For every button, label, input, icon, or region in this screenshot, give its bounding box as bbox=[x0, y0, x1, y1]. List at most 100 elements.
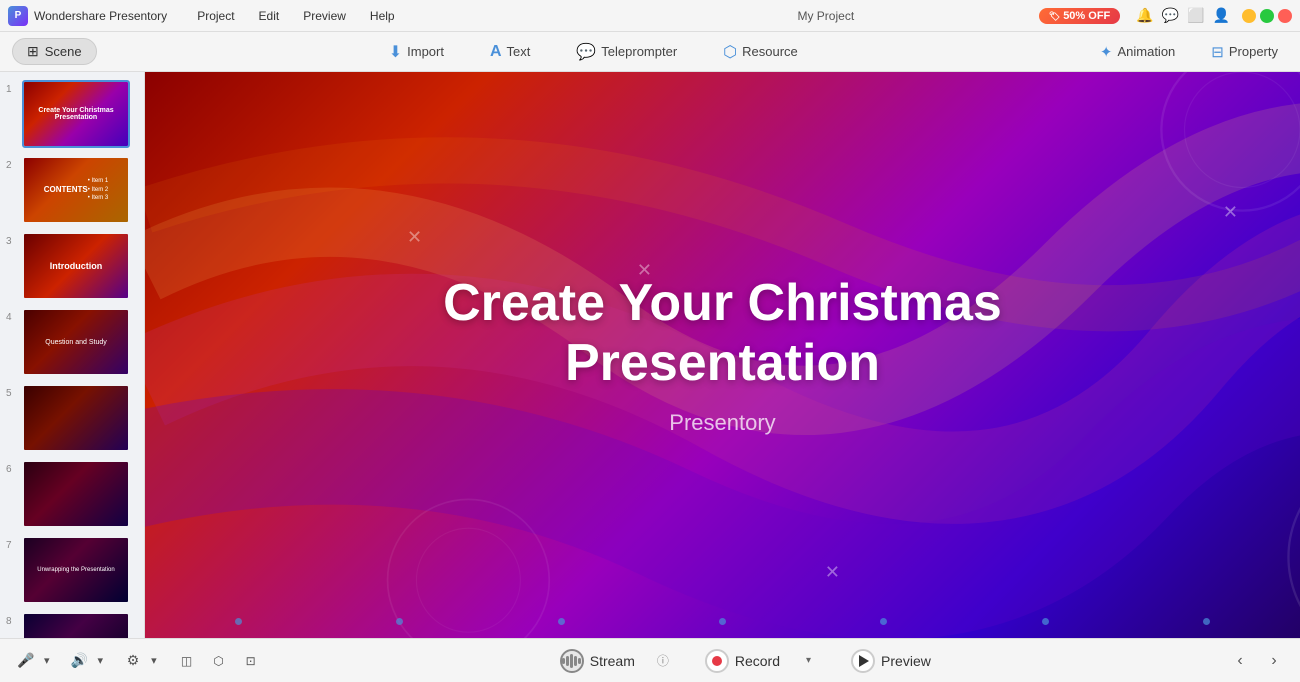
slide-item-3[interactable]: 3 Introduction bbox=[6, 232, 138, 300]
teleprompter-icon: 💬 bbox=[576, 42, 596, 62]
slides-panel[interactable]: 1 Create Your ChristmasPresentation 2 CO… bbox=[0, 72, 145, 638]
titlebar: P Wondershare Presentory Project Edit Pr… bbox=[0, 0, 1300, 32]
resize-dot-6[interactable] bbox=[1042, 618, 1049, 625]
resize-dot-7[interactable] bbox=[1203, 618, 1210, 625]
slide-thumb-2[interactable]: CONTENTS • Item 1• Item 2• Item 3 bbox=[22, 156, 130, 224]
slide-item-6[interactable]: 6 bbox=[6, 460, 138, 528]
slide-item-8[interactable]: 8 bbox=[6, 612, 138, 638]
tool-teleprompter[interactable]: 💬 Teleprompter bbox=[568, 38, 685, 66]
slide-item-1[interactable]: 1 Create Your ChristmasPresentation bbox=[6, 80, 138, 148]
slide-item-7[interactable]: 7 Unwrapping the Presentation bbox=[6, 536, 138, 604]
animation-button[interactable]: ✦ Animation bbox=[1090, 39, 1185, 65]
prev-icon: ‹ bbox=[1237, 652, 1242, 670]
slide-title: Create Your ChristmasPresentation bbox=[443, 274, 1002, 394]
preview-label: Preview bbox=[881, 653, 931, 669]
toolbar-tools: ⬇ Import A Text 💬 Teleprompter ⬡ Resourc… bbox=[97, 38, 1090, 66]
mic-dropdown[interactable]: ▾ bbox=[44, 654, 50, 667]
slide-thumb-3[interactable]: Introduction bbox=[22, 232, 130, 300]
slide-thumb-1[interactable]: Create Your ChristmasPresentation bbox=[22, 80, 130, 148]
text-icon: A bbox=[490, 43, 502, 61]
menu-bar: Project Edit Preview Help bbox=[187, 7, 613, 25]
settings-dropdown[interactable]: ▾ bbox=[151, 654, 157, 667]
record-button[interactable]: Record bbox=[689, 643, 796, 679]
app-name: Wondershare Presentory bbox=[34, 9, 167, 23]
slide-thumb-5[interactable] bbox=[22, 384, 130, 452]
promo-button[interactable]: 🏷 50% OFF bbox=[1039, 8, 1121, 24]
menu-edit[interactable]: Edit bbox=[249, 7, 290, 25]
menu-preview[interactable]: Preview bbox=[293, 7, 356, 25]
notifications-icon[interactable]: 🔔 bbox=[1136, 7, 1153, 24]
slide-thumb-7[interactable]: Unwrapping the Presentation bbox=[22, 536, 130, 604]
record-label: Record bbox=[735, 653, 780, 669]
tool-resource[interactable]: ⬡ Resource bbox=[715, 38, 806, 66]
bottom-right-controls: ‹ › bbox=[1226, 647, 1288, 675]
slide-item-4[interactable]: 4 Question and Study bbox=[6, 308, 138, 376]
layout3-button[interactable]: ⊡ bbox=[237, 647, 265, 675]
speaker-button[interactable]: 🔊 bbox=[66, 647, 94, 675]
slide-number-8: 8 bbox=[6, 612, 18, 627]
tool-text[interactable]: A Text bbox=[482, 38, 538, 66]
stream-icon-circle bbox=[560, 649, 584, 673]
tool-import[interactable]: ⬇ Import bbox=[381, 38, 452, 66]
stream-info-icon[interactable]: ⓘ bbox=[657, 652, 669, 669]
stream-button[interactable]: Stream bbox=[544, 643, 651, 679]
close-marker-1[interactable]: ✕ bbox=[407, 227, 422, 248]
record-dropdown[interactable]: ▾ bbox=[802, 651, 815, 670]
stream-group: Stream ⓘ bbox=[544, 643, 669, 679]
close-marker-4[interactable]: ✕ bbox=[1223, 202, 1238, 223]
property-button[interactable]: ⊟ Property bbox=[1201, 39, 1288, 65]
next-slide-button[interactable]: › bbox=[1260, 647, 1288, 675]
menu-help[interactable]: Help bbox=[360, 7, 405, 25]
play-icon bbox=[859, 655, 869, 667]
slide-thumb-6[interactable] bbox=[22, 460, 130, 528]
close-marker-3[interactable]: ✕ bbox=[825, 562, 840, 583]
layout2-button[interactable]: ⬡ bbox=[205, 647, 233, 675]
mic-button[interactable]: 🎤 bbox=[12, 647, 40, 675]
preview-group: Preview bbox=[835, 643, 947, 679]
resize-dot-5[interactable] bbox=[880, 618, 887, 625]
slide-item-2[interactable]: 2 CONTENTS • Item 1• Item 2• Item 3 bbox=[6, 156, 138, 224]
stream-label: Stream bbox=[590, 653, 635, 669]
teleprompter-label: Teleprompter bbox=[601, 44, 677, 59]
resize-dot-1[interactable] bbox=[235, 618, 242, 625]
text-label: Text bbox=[507, 44, 531, 59]
slide-number-2: 2 bbox=[6, 156, 18, 171]
minimize-button[interactable] bbox=[1242, 9, 1256, 23]
import-icon: ⬇ bbox=[389, 42, 402, 62]
slide-number-7: 7 bbox=[6, 536, 18, 551]
layout1-button[interactable]: ◫ bbox=[173, 647, 201, 675]
layout1-icon: ◫ bbox=[181, 654, 192, 668]
slide-number-6: 6 bbox=[6, 460, 18, 475]
record-group: Record ▾ bbox=[689, 643, 815, 679]
resize-handles bbox=[145, 618, 1300, 624]
slide-number-4: 4 bbox=[6, 308, 18, 323]
speaker-dropdown[interactable]: ▾ bbox=[98, 654, 104, 667]
record-dot-icon bbox=[712, 656, 722, 666]
menu-project[interactable]: Project bbox=[187, 7, 244, 25]
resize-dot-2[interactable] bbox=[396, 618, 403, 625]
slide-thumb-8[interactable] bbox=[22, 612, 130, 638]
prev-slide-button[interactable]: ‹ bbox=[1226, 647, 1254, 675]
slide-thumb-4[interactable]: Question and Study bbox=[22, 308, 130, 376]
bottom-center-controls: Stream ⓘ Record ▾ Preview bbox=[273, 643, 1218, 679]
toolbar-right: ✦ Animation ⊟ Property bbox=[1090, 39, 1288, 65]
import-label: Import bbox=[407, 44, 444, 59]
maximize-button[interactable] bbox=[1260, 9, 1274, 23]
window-icon[interactable]: ⬜ bbox=[1187, 7, 1204, 24]
settings-button[interactable]: ⚙ bbox=[119, 647, 147, 675]
scene-button[interactable]: ⊞ Scene bbox=[12, 38, 97, 65]
preview-icon-circle bbox=[851, 649, 875, 673]
slide-item-5[interactable]: 5 bbox=[6, 384, 138, 452]
layout2-icon: ⬡ bbox=[213, 654, 223, 668]
resize-dot-4[interactable] bbox=[719, 618, 726, 625]
user-icon[interactable]: 👤 bbox=[1213, 7, 1230, 24]
resize-dot-3[interactable] bbox=[558, 618, 565, 625]
chat-icon[interactable]: 💬 bbox=[1162, 7, 1179, 24]
slide-canvas[interactable]: ✕ ✕ ✕ ✕ Create Your ChristmasPresentatio… bbox=[145, 72, 1300, 638]
close-button[interactable] bbox=[1278, 9, 1292, 23]
settings-icon: ⚙ bbox=[127, 652, 140, 669]
scene-label: Scene bbox=[45, 44, 82, 59]
record-icon-circle bbox=[705, 649, 729, 673]
preview-button[interactable]: Preview bbox=[835, 643, 947, 679]
main-slide: ✕ ✕ ✕ ✕ Create Your ChristmasPresentatio… bbox=[145, 72, 1300, 638]
